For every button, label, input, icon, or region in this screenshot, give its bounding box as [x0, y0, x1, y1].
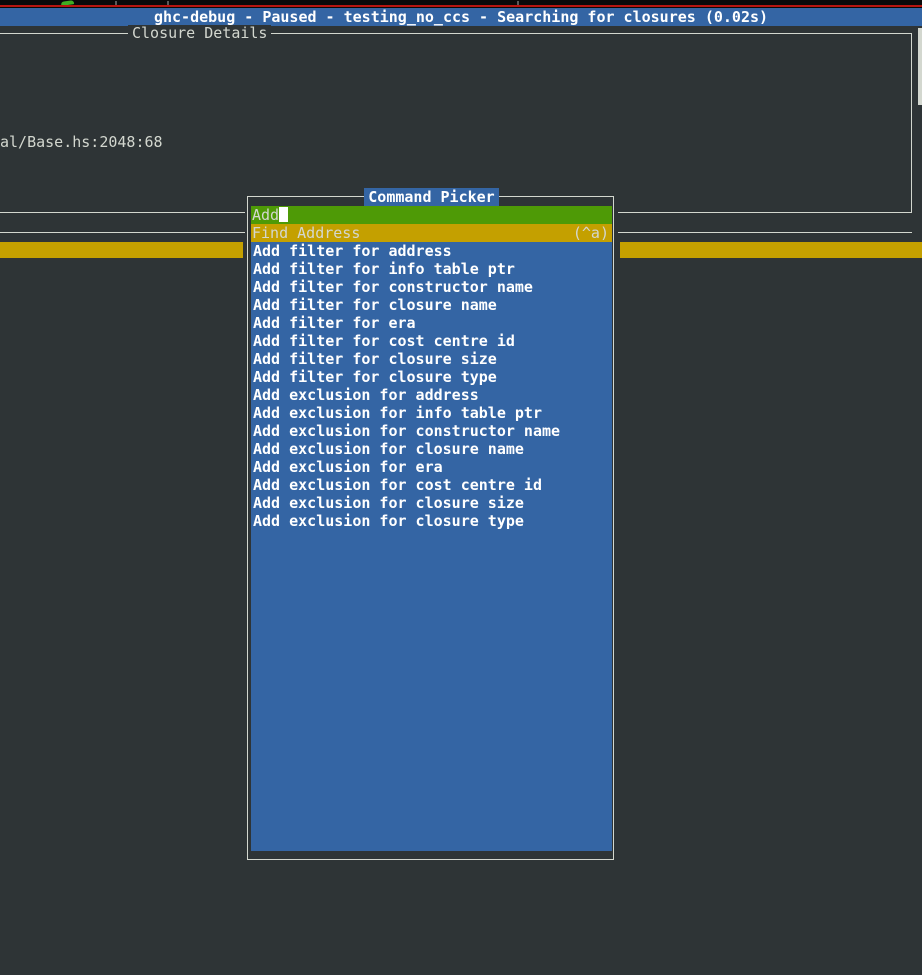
selected-row-highlight[interactable] [0, 242, 243, 258]
command-item[interactable]: Add exclusion for address [251, 386, 612, 404]
command-search-value: Add [252, 206, 279, 224]
closure-panel-border-right [911, 33, 912, 213]
command-item[interactable]: Add filter for constructor name [251, 278, 612, 296]
command-item-find-address[interactable]: Find Address (^a) [251, 224, 612, 242]
closure-panel-border-bottom [0, 212, 245, 213]
command-list: Add filter for address Add filter for in… [251, 242, 612, 851]
command-item[interactable]: Add filter for info table ptr [251, 260, 612, 278]
pane-separator [618, 232, 912, 233]
selected-row-highlight[interactable] [620, 242, 922, 258]
closure-panel-border-bottom [618, 212, 912, 213]
command-item[interactable]: Add exclusion for cost centre id [251, 476, 612, 494]
command-item[interactable]: Add filter for era [251, 314, 612, 332]
command-item[interactable]: Add filter for closure size [251, 350, 612, 368]
command-item[interactable]: Add exclusion for era [251, 458, 612, 476]
scrollbar-thumb[interactable] [918, 28, 922, 105]
command-item-label: Find Address [252, 224, 360, 242]
command-item[interactable]: Add filter for closure type [251, 368, 612, 386]
command-picker-title: Command Picker [364, 188, 498, 206]
command-item[interactable]: Add filter for cost centre id [251, 332, 612, 350]
chrome-divider [0, 5, 922, 7]
command-item[interactable]: Add exclusion for closure size [251, 494, 612, 512]
terminal-screen: ghc-debug - Paused - testing_no_ccs - Se… [0, 0, 922, 975]
pane-separator [0, 232, 245, 233]
command-item-shortcut: (^a) [573, 224, 609, 242]
command-item[interactable]: Add exclusion for constructor name [251, 422, 612, 440]
command-item[interactable]: Add exclusion for closure type [251, 512, 612, 530]
source-location-text: al/Base.hs:2048:68 [0, 133, 163, 151]
command-item[interactable]: Add exclusion for closure name [251, 440, 612, 458]
browser-chrome-strip [0, 0, 922, 8]
text-cursor [279, 207, 288, 222]
command-item[interactable]: Add filter for closure name [251, 296, 612, 314]
command-item[interactable]: Add filter for address [251, 242, 612, 260]
command-search-input[interactable]: Add [251, 206, 612, 224]
closure-panel-title: Closure Details [128, 25, 271, 42]
command-picker-dialog: Command Picker Add Find Address (^a) Add… [247, 188, 616, 862]
command-item[interactable]: Add exclusion for info table ptr [251, 404, 612, 422]
command-picker-titlebar: Command Picker [247, 188, 616, 206]
